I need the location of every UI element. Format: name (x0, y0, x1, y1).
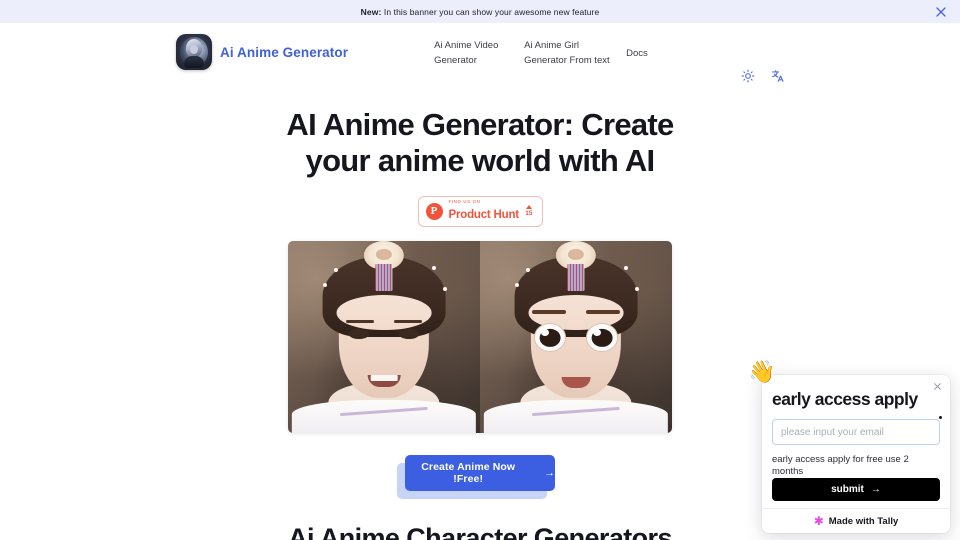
announcement-banner-message: In this banner you can show your awesome… (383, 6, 600, 17)
nav-item-ai-anime-video-generator[interactable]: Ai Anime Video Generator (434, 37, 508, 68)
early-access-popup-title: early access apply (772, 389, 918, 409)
email-field-wrapper (772, 416, 942, 445)
cta-container: Create Anime Now !Free! → (397, 454, 555, 499)
early-access-popup-description: early access apply for free use 2 months (772, 454, 909, 478)
brand-name: Ai Anime Generator (220, 44, 349, 60)
main-navigation: Ai Anime Video Generator Ai Anime Girl G… (434, 37, 648, 68)
made-with-tally-label: Made with Tally (828, 515, 899, 527)
product-hunt-texts: FIND US ON Product Hunt (449, 200, 520, 222)
upvote-caret-icon (525, 205, 532, 210)
product-hunt-kicker: FIND US ON (448, 199, 481, 205)
create-anime-button[interactable]: Create Anime Now !Free! → (405, 454, 555, 491)
required-dot-icon (939, 416, 942, 419)
close-icon[interactable] (932, 381, 943, 392)
page-root: New: In this banner you can show your aw… (0, 0, 960, 540)
product-hunt-badge[interactable]: P FIND US ON Product Hunt 15 (417, 195, 543, 227)
nav-item-docs[interactable]: Docs (626, 37, 648, 61)
email-field[interactable] (772, 419, 940, 445)
announcement-banner: New: In this banner you can show your aw… (0, 0, 960, 23)
product-hunt-icon: P (425, 202, 443, 220)
hero-image-after (480, 240, 672, 433)
header-actions (741, 69, 785, 83)
arrow-right-icon: → (544, 466, 555, 479)
anime-avatar-logo-icon (176, 34, 212, 70)
early-access-popup: 👋 early access apply early access apply … (748, 361, 950, 533)
language-icon[interactable] (771, 69, 785, 83)
waving-hand-icon: 👋 (748, 359, 776, 384)
announcement-banner-label: New: (360, 6, 382, 17)
arrow-right-icon: → (870, 484, 881, 495)
made-with-tally-link[interactable]: ✱ Made with Tally (762, 508, 950, 533)
site-header: Ai Anime Generator Ai Anime Video Genera… (0, 23, 960, 83)
announcement-banner-text: New: In this banner you can show your aw… (361, 7, 600, 17)
theme-toggle-icon[interactable] (741, 69, 755, 83)
hero-image-before (288, 240, 480, 433)
product-hunt-name: Product Hunt (448, 209, 520, 222)
submit-button-label: submit (831, 484, 864, 495)
product-hunt-upvote[interactable]: 15 (525, 205, 534, 217)
submit-button[interactable]: submit → (772, 478, 940, 501)
brand-link[interactable]: Ai Anime Generator (176, 34, 348, 70)
tally-asterisk-icon: ✱ (813, 514, 824, 528)
create-anime-button-label: Create Anime Now !Free! (421, 460, 516, 485)
product-hunt-upvote-count: 15 (525, 210, 533, 218)
nav-item-ai-anime-girl-generator-from-text[interactable]: Ai Anime Girl Generator From text (524, 37, 610, 68)
close-icon[interactable] (934, 5, 948, 19)
hero-comparison-image (288, 240, 672, 433)
page-title: AI Anime Generator: Create your anime wo… (286, 107, 674, 178)
